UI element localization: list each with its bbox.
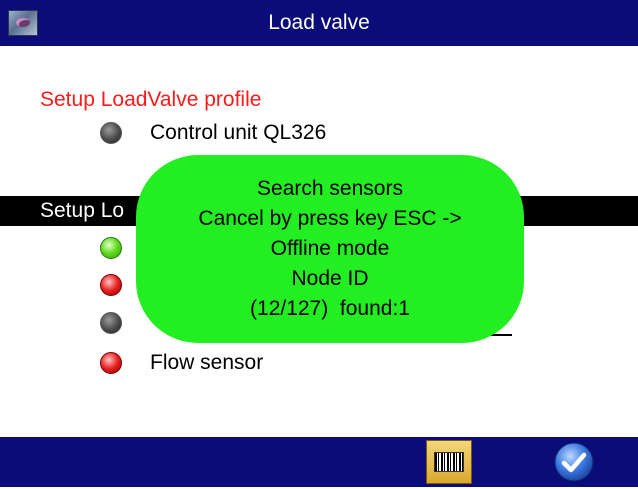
popup-line-title: Search sensors [257,177,403,200]
popup-line-progress: (12/127) found:1 [250,297,410,320]
section-title-setup: Setup Lo [40,199,125,222]
popup-line-mode: Offline mode [270,237,390,260]
list-item-label: Flow sensor [150,351,264,374]
popup-line-node-label: Node ID [291,267,369,290]
ok-button[interactable] [552,440,596,484]
bottom-toolbar [0,437,638,487]
popup-line-cancel-hint: Cancel by press key ESC -> [198,207,462,230]
status-led-gray-icon [100,312,122,334]
barcode-button[interactable] [426,440,472,484]
list-item-sensor-3[interactable] [100,308,150,338]
section-title-loadvalve-profile: Setup LoadValve profile [40,88,262,111]
list-item-label: Control unit QL326 [150,121,327,144]
title-bar: Load valve [0,0,638,46]
list-item-flow-sensor[interactable]: Flow sensor [100,348,263,378]
barcode-icon [434,452,464,472]
checkmark-icon [554,442,594,482]
status-led-gray-icon [100,122,122,144]
status-led-red-icon [100,274,122,296]
search-sensors-popup: Search sensors Cancel by press key ESC -… [136,155,524,343]
page-title: Load valve [268,11,370,34]
status-led-green-icon [100,237,122,259]
list-item-control-unit[interactable]: Control unit QL326 [100,118,326,148]
status-led-red-icon [100,352,122,374]
